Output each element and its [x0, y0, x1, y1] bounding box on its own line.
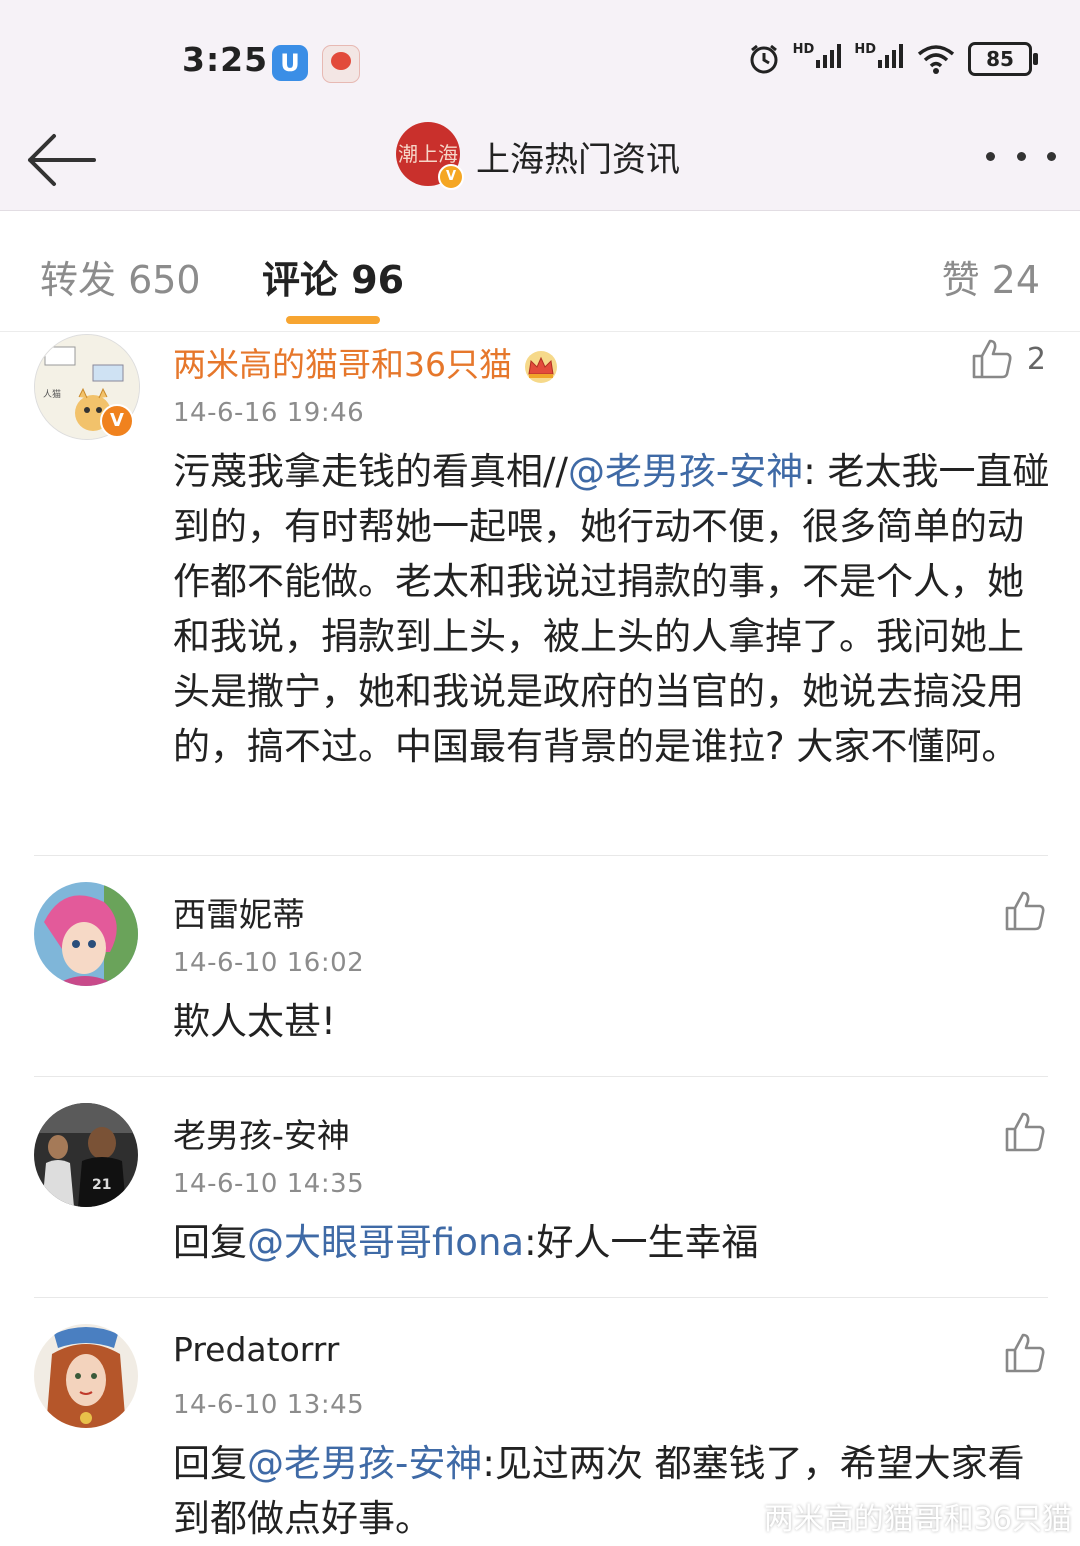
notification-app-icon: U [272, 45, 308, 81]
back-arrow-icon[interactable] [24, 128, 98, 192]
comment-time: 14-6-10 14:35 [173, 1169, 365, 1199]
thumbs-up-icon [972, 339, 1012, 379]
tab-bar: 转发 650 评论 96 赞 24 [0, 211, 1080, 332]
comment-text: 回复@大眼哥哥fiona:好人一生幸福 [173, 1221, 759, 1264]
like-count: 2 [1026, 341, 1046, 377]
crown-vip-icon [525, 350, 557, 383]
status-indicators: HD HD 85 [747, 42, 1038, 76]
like-button[interactable]: 2 [971, 338, 1046, 380]
status-time: 3:25 [182, 40, 269, 79]
signal-icon-2: HD [854, 42, 904, 76]
status-bar: 3:25 U HD HD 85 [0, 0, 1080, 110]
mention-link[interactable]: @老男孩-安神 [568, 450, 803, 493]
divider [34, 1076, 1048, 1077]
user-avatar[interactable] [34, 882, 138, 986]
tab-likes[interactable]: 赞 24 [942, 249, 1040, 304]
signal-icon: HD [793, 42, 843, 76]
comment-time: 14-6-10 16:02 [173, 948, 365, 978]
comment-author[interactable]: Predatorrr [173, 1330, 339, 1369]
mention-link[interactable]: @大眼哥哥fiona [247, 1221, 524, 1264]
comment-time: 14-6-10 13:45 [173, 1390, 365, 1420]
user-avatar[interactable] [34, 1324, 138, 1428]
svg-text:21: 21 [92, 1177, 111, 1193]
notification-shop-icon [322, 45, 360, 83]
like-button[interactable] [1004, 1332, 1046, 1374]
watermark: 两米高的猫哥和36只猫 [763, 1502, 1072, 1537]
thumbs-up-icon [1005, 1112, 1045, 1152]
comment-author[interactable]: 西雷妮蒂 [173, 888, 305, 936]
tab-reposts[interactable]: 转发 650 [40, 249, 201, 304]
thumbs-up-icon [1005, 1333, 1045, 1373]
comment-author[interactable]: 两米高的猫哥和36只猫 [173, 338, 560, 386]
active-tab-indicator [286, 316, 380, 324]
more-options-button[interactable] [986, 136, 1056, 176]
top-bar: 潮上海 V 上海热门资讯 [0, 110, 1080, 211]
comment-text: 欺人太甚! [173, 1000, 336, 1043]
battery-indicator: 85 [968, 42, 1038, 76]
verified-badge-icon: V [438, 164, 464, 190]
account-name[interactable]: 上海热门资讯 [476, 132, 680, 181]
comment-text: 污蔑我拿走钱的看真相//@老男孩-安神: 老太我一直碰到的，有时帮她一起喂，她行… [173, 450, 1050, 768]
divider [34, 1297, 1048, 1298]
svg-text:人猫: 人猫 [43, 388, 61, 400]
tab-comments[interactable]: 评论 96 [262, 249, 404, 304]
comment-time: 14-6-16 19:46 [173, 398, 365, 428]
like-button[interactable] [1004, 890, 1046, 932]
verified-badge-icon: V [100, 404, 134, 438]
thumbs-up-icon [1005, 891, 1045, 931]
like-button[interactable] [1004, 1111, 1046, 1153]
user-avatar[interactable]: 21 [34, 1103, 138, 1207]
comment-author[interactable]: 老男孩-安神 [173, 1109, 350, 1157]
mention-link[interactable]: @老男孩-安神 [247, 1442, 482, 1485]
wifi-icon [917, 45, 955, 74]
divider [34, 855, 1048, 856]
alarm-icon [750, 44, 778, 74]
